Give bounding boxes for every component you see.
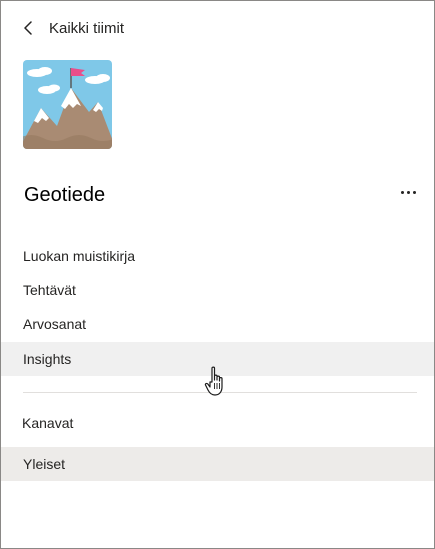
nav-item-grades[interactable]: Arvosanat: [1, 307, 434, 341]
nav-item-label: Insights: [23, 351, 72, 367]
nav-item-label: Luokan muistikirja: [23, 248, 136, 264]
nav-item-class-notebook[interactable]: Luokan muistikirja: [1, 239, 434, 273]
team-name: Geotiede: [24, 184, 106, 206]
chevron-left-icon: [23, 19, 41, 37]
nav-item-assignments[interactable]: Tehtävät: [1, 273, 434, 307]
channel-item-label: Yleiset: [23, 456, 66, 472]
channel-item-general[interactable]: Yleiset: [1, 447, 434, 481]
channels-header: Kanavat: [22, 415, 74, 431]
back-to-all-teams[interactable]: Kaikki tiimit: [23, 17, 124, 39]
nav-item-label: Arvosanat: [23, 316, 87, 332]
nav-item-insights[interactable]: Insights: [1, 342, 434, 376]
mountain-flag-icon: [23, 60, 112, 149]
nav-item-label: Tehtävät: [23, 282, 76, 298]
team-avatar: [23, 60, 112, 149]
back-label: Kaikki tiimit: [49, 19, 125, 37]
more-options-icon[interactable]: [395, 181, 421, 203]
team-panel: Kaikki tiimit Geotiede Luokan muistikirj…: [0, 0, 435, 549]
divider: [23, 392, 417, 393]
